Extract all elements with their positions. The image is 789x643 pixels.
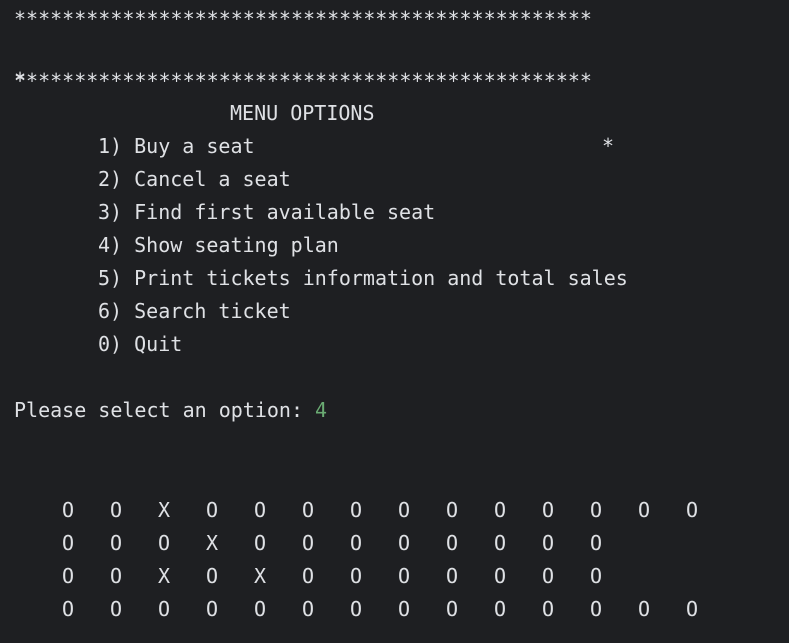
seat-available: O [254, 498, 267, 522]
seat-available: O [350, 531, 363, 555]
seat-available: O [398, 531, 411, 555]
seat-booked: X [206, 531, 219, 555]
seat-available: O [206, 498, 219, 522]
header-top-border: ****************************************… [14, 7, 592, 31]
menu-item-show-plan: 4) Show seating plan [98, 233, 339, 257]
seat-available: O [446, 531, 459, 555]
seat-available: O [590, 531, 603, 555]
seat-available: O [686, 597, 699, 621]
seat-available: O [590, 597, 603, 621]
seat-available: O [494, 531, 507, 555]
seat-available: O [638, 498, 651, 522]
menu-item-quit: 0) Quit [98, 332, 183, 356]
prompt-input-value[interactable]: 4 [315, 398, 327, 422]
seat-available: O [206, 597, 219, 621]
seat-available: O [302, 531, 315, 555]
seat-available: O [350, 597, 363, 621]
menu-options-list: 1) Buy a seat 2) Cancel a seat 3) Find f… [98, 130, 628, 361]
seat-available: O [62, 597, 75, 621]
seat-available: O [206, 564, 219, 588]
seat-booked: X [254, 564, 267, 588]
seat-available: O [254, 531, 267, 555]
seat-available: O [350, 498, 363, 522]
seat-available: O [110, 498, 123, 522]
header-bottom-border: ****************************************… [14, 69, 592, 93]
seat-available: O [398, 498, 411, 522]
seat-row: OOXOOOOOOOOOOO [62, 494, 734, 527]
menu-item-cancel-seat: 2) Cancel a seat [98, 167, 291, 191]
menu-item-buy-seat: 1) Buy a seat [98, 134, 255, 158]
seat-available: O [302, 564, 315, 588]
seat-available: O [638, 597, 651, 621]
seating-plan: OOXOOOOOOOOOOOOOOXOOOOOOOOOOXOXOOOOOOOOO… [62, 494, 734, 626]
seat-available: O [590, 498, 603, 522]
seat-available: O [62, 531, 75, 555]
seat-available: O [686, 498, 699, 522]
seat-available: O [110, 564, 123, 588]
seat-available: O [446, 597, 459, 621]
seat-available: O [542, 498, 555, 522]
menu-item-print-tickets: 5) Print tickets information and total s… [98, 266, 628, 290]
seat-available: O [494, 564, 507, 588]
seat-booked: X [158, 564, 171, 588]
header-title-row: * MENU OPTIONS * [14, 31, 614, 158]
prompt-label: Please select an option: [14, 398, 316, 422]
seat-available: O [542, 597, 555, 621]
seat-available: O [158, 597, 171, 621]
seat-available: O [398, 597, 411, 621]
seat-available: O [302, 597, 315, 621]
seat-available: O [302, 498, 315, 522]
seat-available: O [158, 531, 171, 555]
menu-item-find-seat: 3) Find first available seat [98, 200, 436, 224]
seat-available: O [590, 564, 603, 588]
seat-available: O [446, 564, 459, 588]
seat-available: O [542, 564, 555, 588]
seat-available: O [350, 564, 363, 588]
seat-available: O [62, 498, 75, 522]
seat-available: O [110, 531, 123, 555]
seat-row: OOXOXOOOOOOO [62, 560, 734, 593]
seat-available: O [398, 564, 411, 588]
seat-row: OOOXOOOOOOOO [62, 527, 734, 560]
seat-available: O [62, 564, 75, 588]
seat-booked: X [158, 498, 171, 522]
seat-available: O [494, 498, 507, 522]
option-prompt[interactable]: Please select an option: 4 [14, 394, 327, 427]
menu-title: MENU OPTIONS [230, 101, 375, 125]
seat-row: OOOOOOOOOOOOOO [62, 593, 734, 626]
seat-available: O [494, 597, 507, 621]
menu-item-search-ticket: 6) Search ticket [98, 299, 291, 323]
seat-available: O [254, 597, 267, 621]
seat-available: O [542, 531, 555, 555]
seat-available: O [110, 597, 123, 621]
seat-available: O [446, 498, 459, 522]
